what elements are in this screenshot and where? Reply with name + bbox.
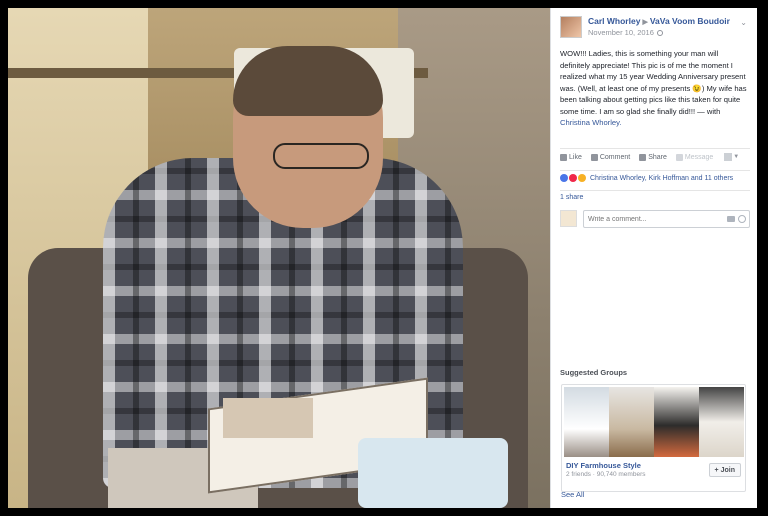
- photo-album-page: [223, 398, 313, 438]
- share-arrow-icon: [639, 153, 647, 161]
- photo-man-hair: [233, 46, 383, 116]
- see-all-link[interactable]: See All: [561, 490, 584, 499]
- group-name-link[interactable]: VaVa Voom Boudoir: [650, 16, 730, 26]
- plus-icon: +: [714, 466, 719, 474]
- group-meta: 2 friends · 90,740 members: [566, 471, 646, 478]
- page-avatar-icon: [724, 153, 733, 161]
- group-name[interactable]: DIY Farmhouse Style: [566, 461, 641, 470]
- share-label: Share: [648, 153, 667, 161]
- chevron-down-icon[interactable]: ⌄: [740, 18, 747, 27]
- like-reaction-icon: [560, 174, 568, 182]
- author-avatar[interactable]: [560, 16, 582, 38]
- globe-icon: [656, 30, 663, 37]
- wow-reaction-icon: [578, 174, 586, 182]
- reactions-summary[interactable]: Christina Whorley, Kirk Hoffman and 11 o…: [560, 170, 750, 182]
- post-sidebar: Carl Whorley ▶ VaVa Voom Boudoir November …: [550, 8, 757, 508]
- post-author-line: Carl Whorley ▶ VaVa Voom Boudoir: [588, 16, 730, 26]
- group-cover-tile: [699, 387, 744, 457]
- group-cover-tile: [609, 387, 654, 457]
- messenger-icon: [675, 153, 683, 161]
- post-header: Carl Whorley ▶ VaVa Voom Boudoir November …: [560, 16, 749, 50]
- shares-count-link[interactable]: 1 share: [560, 190, 750, 201]
- group-cover-tile: [564, 387, 609, 457]
- comment-composer: [560, 208, 750, 230]
- post-date: November 10, 2016: [588, 28, 663, 37]
- author-name-link[interactable]: Carl Whorley: [588, 16, 640, 26]
- post-body: WOW!!! Ladies, this is something your ma…: [560, 48, 750, 129]
- like-button[interactable]: Like: [560, 153, 582, 161]
- share-as-selector[interactable]: ▼: [724, 153, 739, 161]
- thumbs-up-icon: [560, 153, 567, 161]
- post-text: WOW!!! Ladies, this is something your ma…: [560, 49, 747, 116]
- message-button[interactable]: Message: [675, 153, 714, 161]
- like-label: Like: [569, 153, 582, 161]
- photo-glasses: [273, 143, 369, 169]
- message-label: Message: [684, 153, 714, 161]
- post-photo[interactable]: [8, 8, 550, 508]
- tagged-person-link[interactable]: Christina Whorley.: [560, 118, 621, 127]
- join-label: Join: [720, 466, 735, 474]
- group-cover-image[interactable]: [564, 387, 744, 457]
- suggested-group-card: DIY Farmhouse Style 2 friends · 90,740 m…: [561, 384, 746, 492]
- caret-down-icon: ▼: [733, 154, 740, 160]
- photo-tissue-paper: [358, 438, 508, 508]
- triangle-right-icon: ▶: [642, 19, 648, 26]
- viewer-avatar: [560, 210, 577, 227]
- group-cover-tile: [654, 387, 699, 457]
- join-group-button[interactable]: + Join: [708, 463, 741, 477]
- post-action-bar: Like Comment Share Message ▼: [560, 148, 750, 162]
- reactions-text: Christina Whorley, Kirk Hoffman and 11 o…: [590, 174, 734, 182]
- post-date-link[interactable]: November 10, 2016: [588, 28, 654, 37]
- emoji-icon[interactable]: [738, 215, 746, 223]
- camera-icon[interactable]: [727, 216, 735, 222]
- comment-icon: [590, 153, 598, 161]
- love-reaction-icon: [569, 174, 577, 182]
- comment-label: Comment: [599, 153, 631, 161]
- share-button[interactable]: Share: [639, 153, 667, 161]
- comment-input[interactable]: [583, 210, 750, 228]
- comment-button[interactable]: Comment: [590, 153, 631, 161]
- suggested-groups-heading: Suggested Groups: [560, 368, 628, 377]
